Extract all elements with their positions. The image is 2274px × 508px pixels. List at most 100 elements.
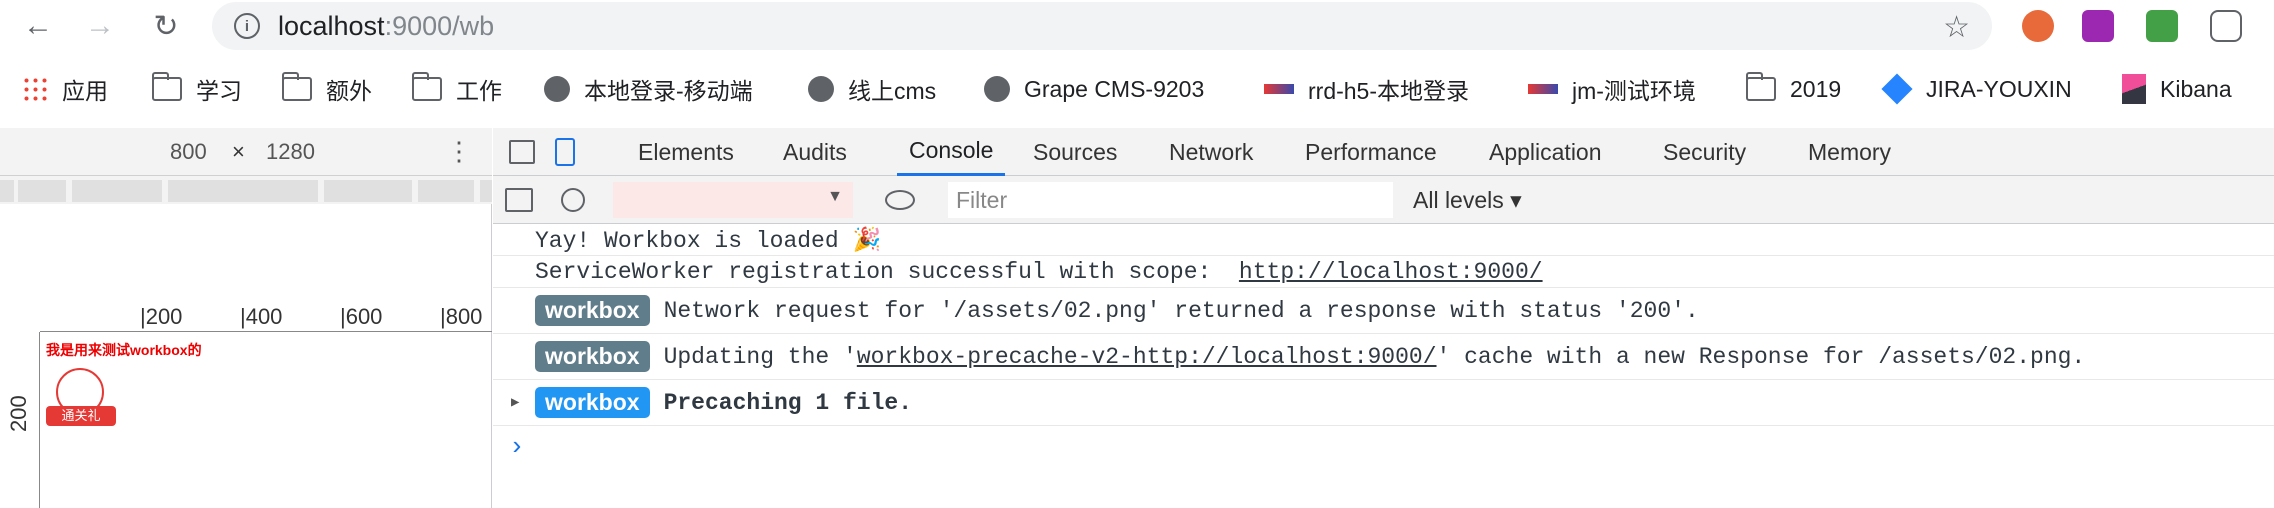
bookmarks-bar: 应用 学习 额外 工作 本地登录-移动端 线上cms Grape CMS-920… xyxy=(0,66,2274,112)
tab-memory[interactable]: Memory xyxy=(1808,128,1891,176)
devtools-panel: Elements Audits Console Sources Network … xyxy=(493,128,2274,508)
tab-console[interactable]: Console xyxy=(897,128,1006,176)
tab-label: Elements xyxy=(638,138,734,165)
bookmark-label: 工作 xyxy=(456,78,502,104)
media-query-segment[interactable] xyxy=(324,180,412,202)
pocket-icon[interactable] xyxy=(2210,10,2242,42)
media-query-segment[interactable] xyxy=(0,180,14,202)
expand-triangle-icon[interactable]: ▶ xyxy=(511,394,519,411)
bookmark-label: 本地登录-移动端 xyxy=(584,78,753,104)
folder-icon xyxy=(1746,72,1776,101)
url-path: :9000/wb xyxy=(384,10,495,41)
tab-label: Application xyxy=(1489,138,1602,165)
inspect-element-icon[interactable] xyxy=(509,140,535,164)
back-button[interactable]: ← xyxy=(18,6,58,46)
site-info-icon[interactable]: i xyxy=(234,13,260,39)
ublock-icon[interactable] xyxy=(2022,10,2054,42)
bookmark-label: 应用 xyxy=(62,78,108,104)
sidebar-toggle-icon[interactable] xyxy=(505,188,533,212)
url-text: localhost:9000/wb xyxy=(278,11,494,42)
tab-label: Sources xyxy=(1033,138,1118,165)
forward-arrow-icon: → xyxy=(85,9,115,42)
context-selector[interactable]: ▼ xyxy=(613,182,853,218)
device-width-input[interactable]: 800 xyxy=(170,139,207,165)
forward-button[interactable]: → xyxy=(80,6,120,46)
globe-icon xyxy=(984,76,1010,102)
horizontal-ruler: |200 |400 |600 |800 xyxy=(40,304,492,332)
bookmark-label: Kibana xyxy=(2160,75,2232,102)
folder-icon xyxy=(152,72,182,101)
prompt-chevron-icon: › xyxy=(509,432,525,462)
folder-icon xyxy=(412,72,442,101)
tab-label: Console xyxy=(909,137,994,163)
tab-label: Performance xyxy=(1305,138,1437,165)
bookmark-local-login[interactable]: 本地登录-移动端 xyxy=(544,66,753,112)
scope-link[interactable]: http://localhost:9000/ xyxy=(1239,259,1543,285)
tab-elements[interactable]: Elements xyxy=(638,128,734,176)
tab-performance[interactable]: Performance xyxy=(1305,128,1437,176)
ribbon-badge: 通关礼 xyxy=(46,406,116,426)
console-group[interactable]: ▶ workbox Precaching 1 file. xyxy=(493,380,2274,426)
bookmark-label: 2019 xyxy=(1790,75,1842,102)
console-message: workbox Updating the ' workbox-precache-v2… xyxy=(493,334,2274,380)
message-text: ServiceWorker registration successful wi… xyxy=(535,258,1239,285)
log-levels-dropdown[interactable]: All levels ▾ xyxy=(1413,182,1522,218)
reload-button[interactable]: ↻ xyxy=(146,6,186,46)
console-prompt[interactable]: › xyxy=(493,426,2274,468)
tab-sources[interactable]: Sources xyxy=(1033,128,1117,176)
tab-label: Memory xyxy=(1808,138,1892,165)
filter-input[interactable]: Filter xyxy=(948,182,1393,218)
message-text: Yay! Workbox is loaded 🎉 xyxy=(535,227,882,254)
globe-icon xyxy=(544,76,570,102)
tab-security[interactable]: Security xyxy=(1663,128,1746,176)
tab-label: Security xyxy=(1663,138,1747,165)
cache-link[interactable]: workbox-precache-v2-http://localhost:900… xyxy=(857,344,1437,370)
device-toolbar-icon[interactable] xyxy=(555,138,575,166)
bookmark-folder-2019[interactable]: 2019 xyxy=(1746,66,1841,112)
bookmark-jm-test[interactable]: jm-测试环境 xyxy=(1528,66,1696,112)
bookmark-folder-extra[interactable]: 额外 xyxy=(282,66,372,112)
clear-console-icon[interactable] xyxy=(561,188,585,212)
bookmark-jira[interactable]: JIRA-YOUXIN xyxy=(1881,66,2072,112)
tab-label: Audits xyxy=(783,138,847,165)
media-query-segment[interactable] xyxy=(168,180,318,202)
bookmark-rrd-h5[interactable]: rrd-h5-本地登录 xyxy=(1264,66,1469,112)
bookmark-label: JIRA-YOUXIN xyxy=(1926,75,2072,102)
kibana-icon xyxy=(2122,74,2146,104)
message-text: ' cache with a new Response for /assets/… xyxy=(1436,343,2086,370)
media-query-segment[interactable] xyxy=(72,180,162,202)
site-icon xyxy=(1264,84,1294,94)
ruler-label: |800 xyxy=(440,304,483,329)
bookmark-label: 学习 xyxy=(196,78,242,104)
workbox-badge: workbox xyxy=(535,295,650,326)
device-height-input[interactable]: 1280 xyxy=(266,139,315,165)
bookmark-star-icon[interactable]: ☆ xyxy=(1943,10,1970,45)
tab-audits[interactable]: Audits xyxy=(783,128,847,176)
message-text: Network request for '/assets/02.png' ret… xyxy=(663,297,1699,324)
more-options-icon[interactable]: ⋮ xyxy=(446,136,472,167)
bookmark-online-cms[interactable]: 线上cms xyxy=(808,66,936,112)
eye-icon[interactable] xyxy=(885,190,915,210)
address-bar[interactable]: i localhost:9000/wb ☆ xyxy=(212,2,1992,50)
bookmark-grape-cms[interactable]: Grape CMS-9203 xyxy=(984,66,1204,112)
download-icon[interactable] xyxy=(2146,10,2178,42)
media-query-segment[interactable] xyxy=(418,180,474,202)
media-query-segment[interactable] xyxy=(480,180,492,202)
tab-network[interactable]: Network xyxy=(1169,128,1253,176)
rp-icon[interactable] xyxy=(2082,10,2114,42)
media-query-segment[interactable] xyxy=(18,180,66,202)
levels-label: All levels ▾ xyxy=(1413,186,1522,213)
page-heading: 我是用来测试workbox的 xyxy=(46,342,202,358)
devtools-tabbar: Elements Audits Console Sources Network … xyxy=(493,128,2274,176)
ruler-label: |200 xyxy=(140,304,183,329)
console-message: ServiceWorker registration successful wi… xyxy=(493,256,2274,288)
bookmark-folder-work[interactable]: 工作 xyxy=(412,66,502,112)
workbox-badge: workbox xyxy=(535,341,650,372)
bookmark-folder-study[interactable]: 学习 xyxy=(152,66,242,112)
console-message: workbox Network request for '/assets/02.p… xyxy=(493,288,2274,334)
message-text: Updating the ' xyxy=(663,343,857,370)
bookmark-kibana[interactable]: Kibana xyxy=(2122,66,2232,112)
bookmark-apps[interactable]: 应用 xyxy=(22,66,108,112)
tab-application[interactable]: Application xyxy=(1489,128,1602,176)
device-viewport[interactable]: 我是用来测试workbox的 通关礼 xyxy=(42,334,446,508)
